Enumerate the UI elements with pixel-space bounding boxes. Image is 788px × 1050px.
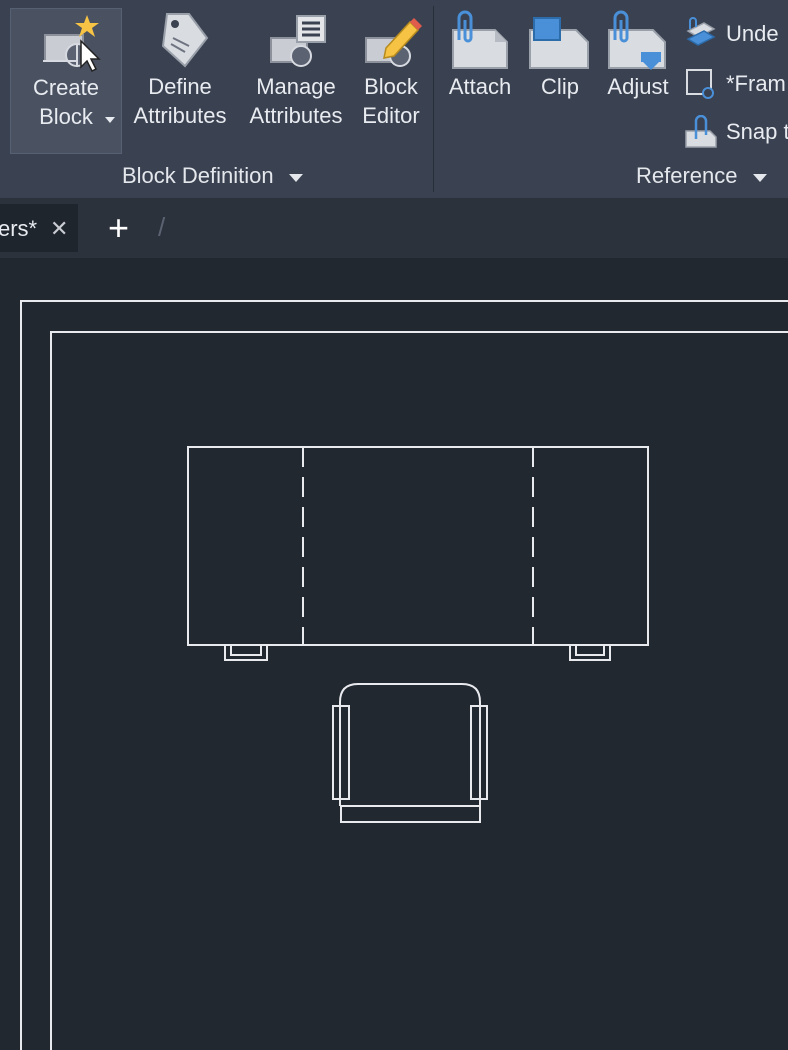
attach-label: Attach bbox=[448, 74, 512, 99]
adjust-button[interactable]: Adjust bbox=[600, 8, 676, 101]
frames-button[interactable]: *Fram bbox=[684, 66, 786, 102]
new-tab-button[interactable]: + bbox=[108, 206, 129, 250]
chair-back bbox=[339, 683, 481, 806]
adjust-icon bbox=[608, 10, 666, 70]
floor-plan-drawing bbox=[20, 300, 788, 1050]
block-editor-button[interactable]: Block Editor bbox=[354, 8, 428, 130]
layers-icon bbox=[686, 17, 716, 46]
manage-attributes-icon bbox=[270, 15, 326, 67]
attach-button[interactable]: Attach bbox=[442, 8, 518, 101]
clip-button[interactable]: Clip bbox=[526, 8, 594, 101]
chevron-down-icon bbox=[288, 174, 303, 182]
underlay-layers-button[interactable]: Unde bbox=[684, 16, 779, 52]
reference-panel-title[interactable]: Reference bbox=[636, 163, 768, 189]
tab-separator: / bbox=[158, 212, 166, 242]
snap-icon bbox=[685, 115, 717, 148]
create-block-dropdown-icon[interactable] bbox=[104, 116, 116, 124]
file-tab-label: ers* bbox=[0, 216, 38, 241]
paperclip-icon bbox=[452, 10, 508, 69]
block-definition-panel-title[interactable]: Block Definition bbox=[122, 163, 304, 189]
desk-handle-left-inner bbox=[230, 645, 262, 656]
desk-handle-right-inner bbox=[575, 645, 605, 656]
close-icon[interactable]: ✕ bbox=[50, 216, 68, 242]
create-block-label-1: Create bbox=[32, 75, 100, 100]
inner-wall-line bbox=[50, 331, 788, 1050]
manage-attributes-button[interactable]: Manage Attributes bbox=[242, 8, 350, 130]
define-attributes-button[interactable]: Define Attributes bbox=[124, 8, 236, 130]
panel-divider bbox=[433, 6, 434, 192]
clip-icon bbox=[529, 17, 589, 69]
outer-wall-line bbox=[20, 300, 788, 1050]
snap-label: Snap t bbox=[726, 119, 788, 144]
block-definition-title-text: Block Definition bbox=[122, 163, 274, 188]
reference-title-text: Reference bbox=[636, 163, 738, 188]
define-attributes-label-1: Define bbox=[148, 74, 212, 99]
define-attributes-label-2: Attributes bbox=[133, 103, 227, 128]
file-tab-bar: ers* ✕ + / bbox=[0, 198, 788, 258]
frame-icon bbox=[686, 69, 714, 99]
chevron-down-icon bbox=[752, 174, 767, 182]
manage-attributes-label-1: Manage bbox=[256, 74, 336, 99]
desk-outline[interactable] bbox=[187, 446, 649, 646]
block-editor-label-1: Block bbox=[364, 74, 418, 99]
drawing-canvas[interactable] bbox=[0, 258, 788, 1050]
ribbon: Create Block Define Attributes Manage At… bbox=[0, 0, 788, 198]
file-tab[interactable]: ers* ✕ bbox=[0, 204, 78, 252]
block-editor-label-2: Editor bbox=[362, 103, 420, 128]
snap-button[interactable]: Snap t bbox=[684, 114, 788, 150]
create-block-button[interactable]: Create Block bbox=[10, 8, 122, 154]
tag-icon bbox=[161, 13, 209, 68]
manage-attributes-label-2: Attributes bbox=[249, 103, 343, 128]
frames-label: *Fram bbox=[726, 71, 786, 96]
clip-label: Clip bbox=[541, 74, 579, 99]
adjust-label: Adjust bbox=[607, 74, 669, 99]
create-block-icon bbox=[43, 15, 101, 73]
chair-seat-front[interactable] bbox=[340, 805, 481, 823]
block-editor-icon bbox=[365, 18, 422, 67]
underlay-layers-label: Unde bbox=[726, 21, 779, 46]
